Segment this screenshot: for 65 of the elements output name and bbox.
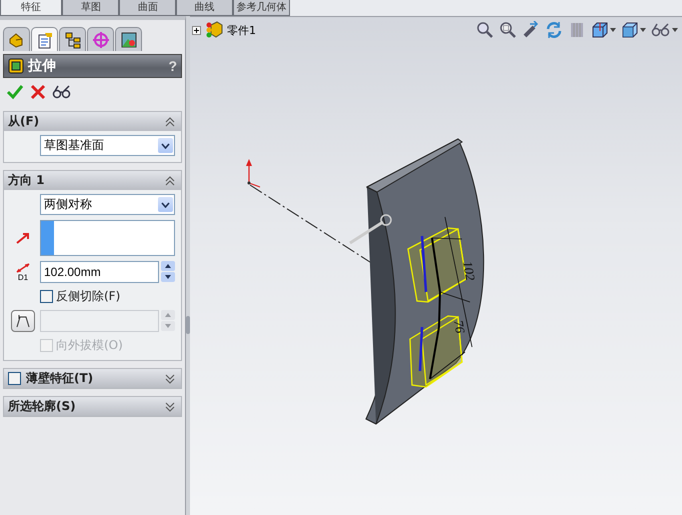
command-tab[interactable]: 草图	[62, 0, 120, 16]
part-icon	[205, 21, 223, 39]
config-tab[interactable]	[59, 27, 86, 51]
command-tab[interactable]: 参考几何体	[233, 0, 290, 16]
part-model-drawing: 102 76	[349, 138, 484, 424]
zoom-area-icon[interactable]	[499, 21, 517, 39]
caret-icon	[672, 28, 678, 32]
command-tab[interactable]: 特征	[0, 0, 62, 16]
collapse-icon[interactable]	[165, 116, 175, 126]
property-manager-title: 拉伸	[28, 57, 57, 75]
selected-contours-title: 所选轮廓(S)	[8, 398, 77, 415]
cancel-button[interactable]	[30, 84, 46, 100]
end-condition-dropdown[interactable]: 两侧对称	[40, 194, 175, 215]
spin-up-button[interactable]	[161, 261, 175, 271]
direction-arrow-icon	[15, 231, 31, 245]
hide-show-dropdown[interactable]	[651, 22, 678, 38]
glasses-icon	[651, 22, 671, 38]
cube-section-icon	[591, 21, 609, 39]
feature-block-icon	[8, 30, 26, 48]
reverse-cut-checkbox[interactable]: 反侧切除(F)	[40, 288, 120, 305]
direction-selection-box[interactable]	[40, 220, 175, 256]
property-tab[interactable]	[31, 27, 58, 51]
depth-input[interactable]: 102.00mm	[40, 261, 159, 283]
tree-structure-icon	[64, 30, 82, 48]
section-header[interactable]: 薄壁特征(T)	[4, 369, 181, 388]
draft-icon	[16, 314, 30, 328]
dimension-arrow-icon	[15, 262, 31, 274]
feature-tab[interactable]	[3, 27, 30, 51]
caret-icon	[640, 28, 646, 32]
command-tab[interactable]: 曲面	[119, 0, 176, 16]
draft-button[interactable]	[11, 310, 35, 332]
preview-button[interactable]	[52, 84, 72, 100]
command-tab[interactable]: 曲线	[176, 0, 234, 16]
collapse-icon[interactable]	[165, 176, 175, 186]
expand-icon[interactable]	[165, 402, 175, 412]
rotate-icon[interactable]	[545, 21, 563, 39]
help-button[interactable]: ?	[168, 58, 177, 74]
spin-down-button[interactable]	[161, 272, 175, 282]
thin-feature-title: 薄壁特征(T)	[26, 370, 94, 387]
origin-triad-icon	[246, 159, 260, 188]
display-tab[interactable]	[115, 27, 142, 51]
part-tree-item[interactable]: 零件1	[227, 22, 256, 38]
dimension-label: D1	[18, 274, 28, 282]
start-condition-dropdown[interactable]: 草图基准面	[40, 135, 175, 156]
extrude-icon	[8, 58, 24, 74]
zoom-icon[interactable]	[476, 21, 494, 39]
section-header[interactable]: 方向 1	[4, 171, 181, 190]
crosshair-icon	[92, 30, 110, 48]
caret-icon	[161, 202, 170, 208]
from-section-title: 从(F)	[8, 113, 40, 130]
view-orientation-dropdown[interactable]	[591, 21, 616, 39]
caret-icon	[161, 142, 170, 148]
section-header[interactable]: 所选轮廓(S)	[4, 397, 181, 416]
cube-icon	[621, 21, 639, 39]
caret-icon	[610, 28, 616, 32]
expand-toggle[interactable]	[192, 26, 201, 34]
display-style-dropdown[interactable]	[621, 21, 646, 39]
direction-section-title: 方向 1	[8, 172, 46, 189]
picture-icon	[120, 30, 138, 48]
panel-collapse-handle[interactable]	[186, 316, 190, 334]
ok-button[interactable]	[6, 84, 24, 100]
section-header[interactable]: 从(F)	[4, 112, 181, 131]
document-icon	[36, 30, 54, 48]
expand-icon[interactable]	[165, 374, 175, 384]
thin-feature-checkbox[interactable]	[8, 372, 21, 385]
